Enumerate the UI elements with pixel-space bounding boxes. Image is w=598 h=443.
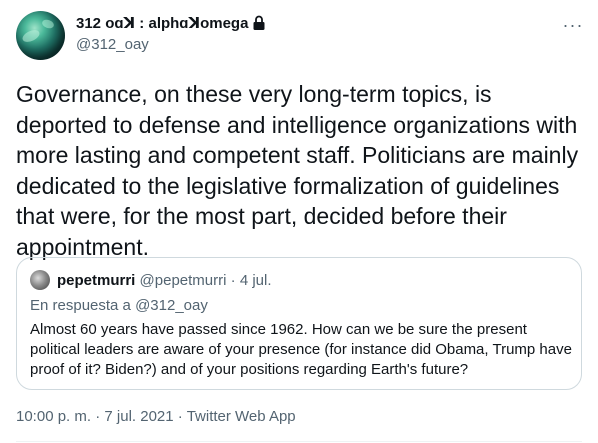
tweet-date[interactable]: 7 jul. 2021 (104, 408, 173, 425)
lock-icon (253, 15, 265, 30)
author-name-row[interactable]: 312 oɑꓘ : alphɑꓘomega (76, 14, 266, 32)
more-options-button[interactable]: ··· (560, 12, 586, 38)
author-handle[interactable]: @312_oay (76, 36, 149, 53)
quoted-date[interactable]: 4 jul. (240, 272, 272, 289)
quoted-tweet[interactable]: pepetmurri @pepetmurri · 4 jul. En respu… (16, 257, 582, 390)
quoted-separator: · (230, 272, 236, 289)
meta-separator: · (95, 408, 101, 425)
quoted-header: pepetmurri @pepetmurri · 4 jul. (57, 272, 272, 289)
author-display-name[interactable]: 312 oɑꓘ : alphɑꓘomega (76, 14, 248, 32)
tweet-text: Governance, on these very long-term topi… (16, 81, 579, 260)
quoted-display-name[interactable]: pepetmurri (57, 272, 135, 289)
divider (16, 441, 582, 442)
tweet-source[interactable]: Twitter Web App (187, 408, 296, 425)
tweet-meta: 10:00 p. m. · 7 jul. 2021 · Twitter Web … (16, 408, 296, 425)
quoted-avatar[interactable] (30, 270, 50, 290)
quoted-text: Almost 60 years have passed since 1962. … (30, 321, 572, 378)
avatar[interactable] (16, 11, 65, 60)
tweet: 312 oɑꓘ : alphɑꓘomega @312_oay ··· Gover… (0, 0, 598, 443)
meta-separator-2: · (177, 408, 183, 425)
quoted-reply-context: En respuesta a @312_oay (30, 297, 208, 314)
more-horizontal-icon: ··· (562, 14, 584, 35)
tweet-time[interactable]: 10:00 p. m. (16, 408, 91, 425)
quoted-handle[interactable]: @pepetmurri (140, 272, 227, 289)
